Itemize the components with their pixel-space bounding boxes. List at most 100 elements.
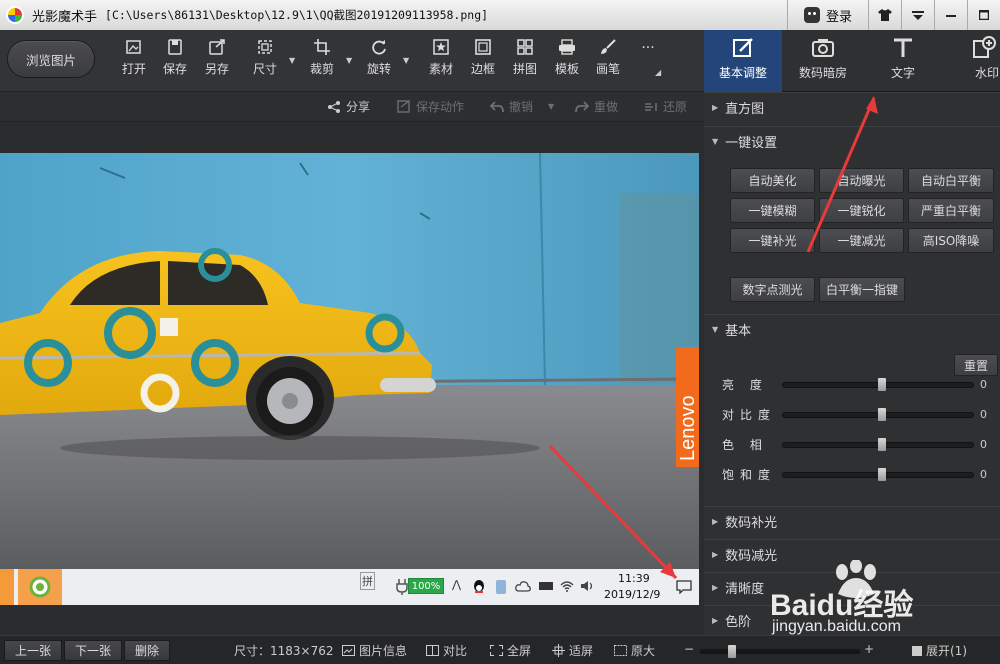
slider-label: 对比度: [722, 408, 777, 422]
zoom-in-button[interactable]: +: [864, 642, 874, 656]
login-button[interactable]: 登录: [786, 0, 868, 30]
redo-button[interactable]: 重做: [575, 98, 618, 115]
save-icon: [168, 39, 182, 55]
section-levels[interactable]: ▶ 色阶: [704, 605, 1000, 635]
save-as-icon: [209, 39, 225, 55]
high-iso-denoise-button[interactable]: 高ISO降噪: [908, 228, 994, 253]
tab-watermark[interactable]: 水印: [944, 30, 1000, 92]
slider-thumb[interactable]: [878, 468, 886, 481]
usb-icon: [496, 580, 506, 594]
white-balance-picker-button[interactable]: 白平衡一指键: [819, 277, 905, 302]
maximize-button[interactable]: [967, 0, 1000, 30]
next-image-button[interactable]: 下一张: [64, 640, 123, 661]
tab-darkroom[interactable]: 数码暗房: [784, 30, 862, 92]
right-tabs: 基本调整 数码暗房 文字 水印: [704, 30, 1000, 92]
rotate-button[interactable]: 旋转: [359, 38, 399, 77]
open-icon: [126, 40, 141, 54]
section-fill-light[interactable]: ▶ 数码补光: [704, 506, 1000, 536]
restore-button[interactable]: 还原: [644, 98, 687, 115]
cloud-icon: [515, 581, 531, 592]
collapsed-triangle-icon: ▶: [712, 550, 719, 559]
annotation-arrow-bottom: [548, 444, 678, 580]
collapsed-triangle-icon: ▶: [712, 583, 719, 592]
template-icon: [559, 39, 575, 55]
ime-indicator: 拼: [360, 572, 375, 590]
slider-thumb[interactable]: [878, 408, 886, 421]
crop-button[interactable]: 裁剪: [302, 38, 342, 77]
expand-button[interactable]: 展开(1): [912, 642, 967, 659]
save-action-icon: [397, 100, 410, 113]
slider-label: 色 相: [722, 438, 768, 452]
zoom-slider-thumb[interactable]: [728, 645, 736, 658]
skin-button[interactable]: [868, 0, 901, 30]
crop-icon: [314, 39, 330, 55]
slider-value: 0: [980, 468, 987, 481]
slider-thumb[interactable]: [878, 378, 886, 391]
fullscreen-icon: [490, 645, 503, 656]
delete-button[interactable]: 删除: [124, 640, 171, 661]
prev-image-button[interactable]: 上一张: [4, 640, 63, 661]
restore-icon: [645, 102, 657, 111]
crop-dropdown-icon[interactable]: ▼: [346, 56, 354, 65]
app-title: 光影魔术手: [32, 9, 98, 25]
tab-text[interactable]: 文字: [864, 30, 942, 92]
share-icon: [328, 100, 340, 113]
expand-toolbar-icon[interactable]: ◢: [655, 68, 661, 77]
collapsed-triangle-icon: ▶: [712, 616, 719, 625]
fit-screen-button[interactable]: 适屏: [552, 642, 593, 659]
expanded-triangle-icon: ▼: [712, 137, 719, 146]
original-size-button[interactable]: 原大: [614, 642, 655, 659]
reset-button[interactable]: 重置: [954, 354, 998, 376]
brush-button[interactable]: 画笔: [588, 38, 628, 77]
taskbar-app-edge: [0, 569, 14, 605]
save-action-button[interactable]: 保存动作: [397, 98, 464, 115]
section-clarity[interactable]: ▶ 清晰度: [704, 572, 1000, 602]
image-info-button[interactable]: 图片信息: [342, 642, 407, 659]
minimize-button[interactable]: [934, 0, 967, 30]
basic-adjust-icon: [733, 38, 753, 57]
plug-icon: [396, 579, 408, 595]
battery-indicator: 100%: [408, 578, 444, 594]
border-button[interactable]: 边框: [463, 38, 503, 77]
undo-button[interactable]: 撤销: [490, 98, 533, 115]
adjust-panel: ▶ 直方图 ▼ 一键设置 自动美化 自动曝光 自动白平衡 一键模糊 一键锐化 严…: [704, 92, 1000, 635]
undo-dropdown-icon[interactable]: ▼: [548, 102, 554, 111]
spot-metering-button[interactable]: 数字点测光: [730, 277, 815, 302]
severe-white-balance-button[interactable]: 严重白平衡: [908, 198, 994, 223]
resize-button[interactable]: 尺寸: [245, 38, 285, 77]
material-icon: [433, 39, 449, 55]
auto-white-balance-button[interactable]: 自动白平衡: [908, 168, 994, 193]
rotate-dropdown-icon[interactable]: ▼: [403, 56, 411, 65]
share-button[interactable]: 分享: [327, 98, 370, 115]
text-icon: [894, 38, 912, 57]
status-bar: 上一张 下一张 删除 尺寸：1183×762 图片信息 对比 全屏 适屏 原大 …: [0, 635, 1000, 664]
minimize-icon: [946, 15, 956, 17]
zoom-out-button[interactable]: −: [684, 642, 694, 656]
save-as-button[interactable]: 另存: [197, 38, 237, 77]
darkroom-icon: [812, 39, 834, 57]
border-icon: [475, 39, 491, 55]
collage-button[interactable]: 拼图: [505, 38, 545, 77]
taskbar-app-button: [18, 569, 62, 605]
image-canvas[interactable]: Lenovo 拼 100% ⋀ 11:39 2019/12/9: [0, 122, 704, 635]
material-button[interactable]: 素材: [421, 38, 461, 77]
fullscreen-button[interactable]: 全屏: [490, 642, 531, 659]
expanded-triangle-icon: ▼: [712, 325, 719, 334]
gear-app-icon: [29, 576, 51, 598]
open-button[interactable]: 打开: [114, 38, 154, 77]
menu-button[interactable]: [901, 0, 934, 30]
slider-label: 饱和度: [722, 468, 777, 482]
slider-value: 0: [980, 438, 987, 451]
slider-thumb[interactable]: [878, 438, 886, 451]
section-basic[interactable]: ▼ 基本: [704, 314, 1000, 344]
browse-images-button[interactable]: 浏览图片: [7, 40, 95, 78]
tab-basic-adjust[interactable]: 基本调整: [704, 30, 782, 92]
resize-dropdown-icon[interactable]: ▼: [289, 56, 297, 65]
zoom-slider[interactable]: [700, 645, 860, 658]
save-button[interactable]: 保存: [155, 38, 195, 77]
section-reduce-light[interactable]: ▶ 数码减光: [704, 539, 1000, 569]
fit-screen-icon: [552, 644, 565, 657]
compare-button[interactable]: 对比: [426, 642, 467, 659]
more-tools-button[interactable]: ···: [628, 40, 668, 56]
template-button[interactable]: 模板: [547, 38, 587, 77]
